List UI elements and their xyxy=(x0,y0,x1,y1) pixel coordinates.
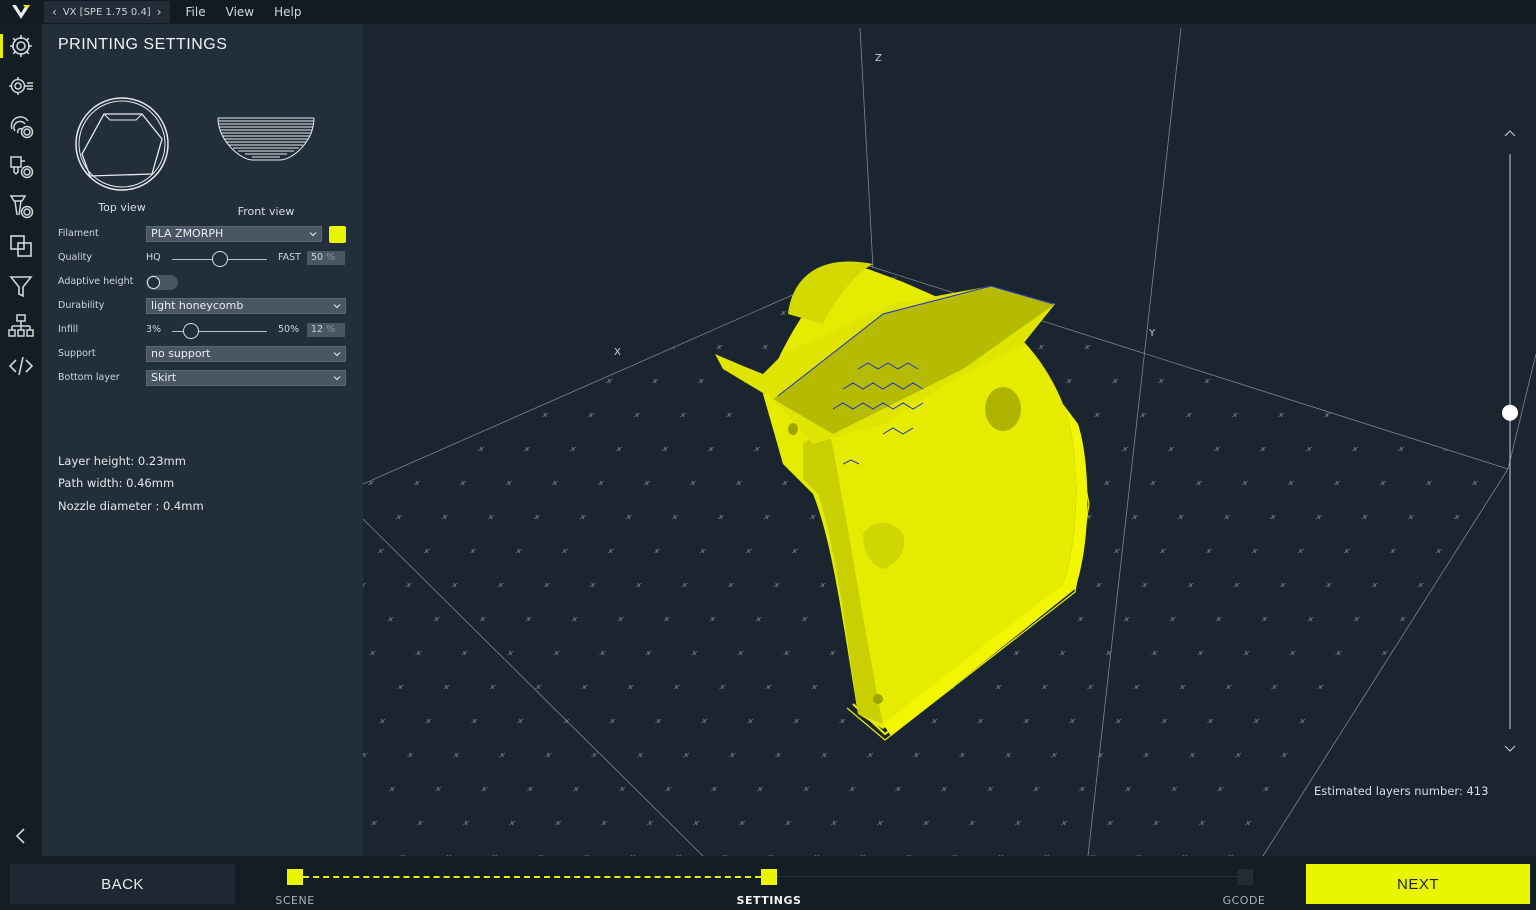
chevron-down-icon xyxy=(309,232,317,237)
quality-value: 50 xyxy=(311,252,324,263)
back-button[interactable]: BACK xyxy=(10,864,235,904)
chevron-left-icon[interactable] xyxy=(5,820,37,852)
quality-unit: % xyxy=(326,252,336,263)
support-select[interactable]: no support xyxy=(146,346,346,362)
chevron-up-icon[interactable] xyxy=(1504,130,1516,137)
step-label-gcode[interactable]: GCODE xyxy=(1223,894,1266,907)
hierarchy-icon[interactable] xyxy=(5,310,37,342)
extruder-gear-icon[interactable] xyxy=(5,150,37,182)
progress-line-done xyxy=(303,876,761,878)
quality-label: Quality xyxy=(58,252,92,263)
filament-select[interactable]: PLA ZMORPH xyxy=(146,226,322,242)
adaptive-height-label: Adaptive height xyxy=(58,276,134,287)
step-marker-gcode[interactable] xyxy=(1237,869,1253,885)
top-view-figure: Top view xyxy=(72,94,172,214)
gear-list-icon[interactable] xyxy=(5,70,37,102)
progress-line-remaining xyxy=(777,876,1237,877)
chevron-left-icon[interactable]: ‹ xyxy=(52,5,57,19)
quality-value-box[interactable]: 50% xyxy=(307,251,345,265)
axis-y-label: Y xyxy=(1148,328,1156,339)
infill-min-label: 3% xyxy=(146,324,162,335)
filament-gear-icon[interactable] xyxy=(5,190,37,222)
infill-value-box[interactable]: 12% xyxy=(307,323,345,337)
path-width-info: Path width: 0.46mm xyxy=(58,476,175,490)
infill-unit: % xyxy=(326,324,336,335)
panel-title: PRINTING SETTINGS xyxy=(58,36,228,53)
printing-settings-panel: PRINTING SETTINGS Top view Front view Fi… xyxy=(42,24,363,856)
front-view-icon xyxy=(217,117,315,161)
chevron-down-icon[interactable] xyxy=(1504,745,1516,752)
axis-z-label: Z xyxy=(875,53,882,64)
funnel-icon[interactable] xyxy=(5,270,37,302)
layer-slider-thumb[interactable] xyxy=(1502,404,1518,421)
infill-value: 12 xyxy=(311,324,324,335)
chevron-down-icon xyxy=(333,376,341,381)
step-label-settings[interactable]: SETTINGS xyxy=(737,894,802,907)
quality-min-label: HQ xyxy=(146,252,161,263)
step-marker-scene[interactable] xyxy=(287,869,303,885)
wizard-footer: BACK SCENE SETTINGS GCODE NEXT xyxy=(0,856,1536,910)
estimated-layers-label: Estimated layers number: 413 xyxy=(1314,784,1489,798)
step-marker-settings[interactable] xyxy=(761,869,777,885)
infill-label: Infill xyxy=(58,324,79,335)
durability-value: light honeycomb xyxy=(151,299,244,312)
filament-color-swatch[interactable] xyxy=(329,226,346,243)
printer-profile-selector[interactable]: ‹ VX [SPE 1.75 0.4] › xyxy=(44,1,170,23)
adaptive-height-toggle[interactable] xyxy=(146,275,178,290)
3d-viewport[interactable]: Z X Y Estimated layers number: 413 xyxy=(363,24,1536,856)
code-icon[interactable] xyxy=(5,350,37,382)
nozzle-diameter-info: Nozzle diameter : 0.4mm xyxy=(58,499,204,513)
quality-slider-thumb[interactable] xyxy=(211,251,228,267)
axis-x-label: X xyxy=(614,347,621,358)
filament-label: Filament xyxy=(58,228,99,239)
top-view-icon xyxy=(75,97,169,191)
filament-value: PLA ZMORPH xyxy=(151,227,224,240)
quality-max-label: FAST xyxy=(278,252,301,263)
v-logo-icon[interactable] xyxy=(0,0,42,24)
chevron-down-icon xyxy=(333,304,341,309)
layer-height-info: Layer height: 0.23mm xyxy=(58,454,186,468)
menu-help[interactable]: Help xyxy=(274,5,301,19)
support-value: no support xyxy=(151,347,211,360)
tool-rail xyxy=(0,24,42,856)
next-button[interactable]: NEXT xyxy=(1306,864,1530,904)
overlap-squares-icon[interactable] xyxy=(5,230,37,262)
bottom-layer-value: Skirt xyxy=(151,371,177,384)
front-view-caption: Front view xyxy=(237,205,295,218)
printer-profile-label: VX [SPE 1.75 0.4] xyxy=(62,6,151,18)
top-view-caption: Top view xyxy=(98,201,146,214)
toggle-knob xyxy=(147,276,160,289)
fingerprint-gear-icon[interactable] xyxy=(5,110,37,142)
menu-file[interactable]: File xyxy=(186,5,206,19)
infill-slider-thumb[interactable] xyxy=(183,323,199,339)
menu-bar: ‹ VX [SPE 1.75 0.4] › File View Help xyxy=(0,0,1536,24)
support-label: Support xyxy=(58,348,96,359)
menu-view[interactable]: View xyxy=(226,5,254,19)
chevron-down-icon xyxy=(333,352,341,357)
durability-select[interactable]: light honeycomb xyxy=(146,298,346,314)
bottom-layer-select[interactable]: Skirt xyxy=(146,370,346,386)
bottom-layer-label: Bottom layer xyxy=(58,372,120,383)
gear-icon[interactable] xyxy=(0,30,37,62)
infill-max-label: 50% xyxy=(278,324,300,335)
step-label-scene[interactable]: SCENE xyxy=(275,894,314,907)
build-plate-scene: Z X Y xyxy=(363,27,1536,856)
durability-label: Durability xyxy=(58,300,105,311)
front-view-figure: Front view xyxy=(212,112,320,218)
chevron-right-icon[interactable]: › xyxy=(157,5,162,19)
